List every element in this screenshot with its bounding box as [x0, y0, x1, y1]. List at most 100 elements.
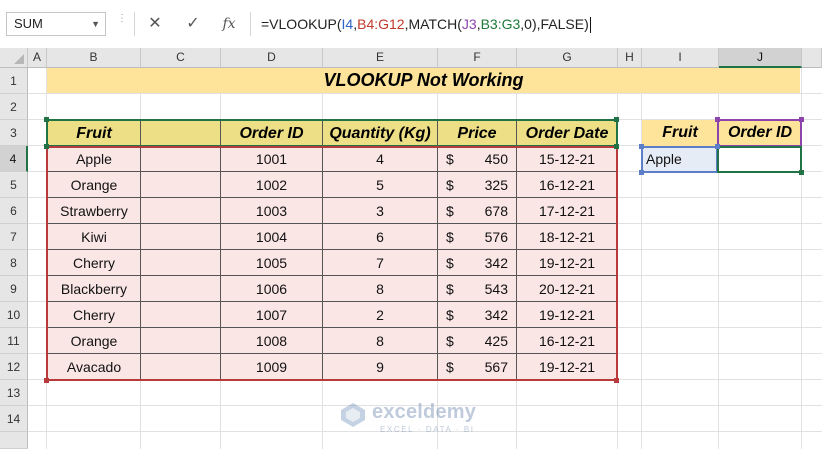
cell-price[interactable]: $325	[438, 172, 517, 198]
cell-price[interactable]: $342	[438, 302, 517, 328]
column-header-b[interactable]: B	[47, 48, 141, 68]
cell-blank[interactable]	[141, 328, 221, 354]
column-header-h[interactable]: H	[618, 48, 642, 68]
cell-blank[interactable]	[141, 224, 221, 250]
row-header-3[interactable]: 3	[0, 120, 28, 146]
cancel-icon[interactable]: ✕	[141, 14, 169, 34]
range-handle[interactable]	[614, 378, 619, 383]
fill-handle[interactable]	[799, 170, 804, 175]
cell-fruit[interactable]: Avacado	[47, 354, 141, 380]
range-handle[interactable]	[44, 117, 49, 122]
column-header-j[interactable]: J	[719, 48, 802, 68]
cell-order-date[interactable]: 15-12-21	[517, 146, 618, 172]
column-header-a[interactable]: A	[28, 48, 47, 68]
cell-quantity[interactable]: 8	[323, 276, 438, 302]
range-handle[interactable]	[44, 144, 49, 149]
drag-handle-icon[interactable]: ⋮	[117, 14, 127, 32]
cell-order-date[interactable]: 19-12-21	[517, 250, 618, 276]
row-header-10[interactable]: 10	[0, 302, 28, 328]
table-header-fruit[interactable]: Fruit	[47, 120, 141, 146]
cell-blank[interactable]	[141, 302, 221, 328]
cell-fruit[interactable]: Cherry	[47, 302, 141, 328]
cell-quantity[interactable]: 2	[323, 302, 438, 328]
range-handle[interactable]	[799, 117, 804, 122]
sheet-title[interactable]: VLOOKUP Not Working	[47, 68, 800, 93]
cell-price[interactable]: $450	[438, 146, 517, 172]
insert-function-icon[interactable]: fx	[215, 14, 243, 34]
range-handle[interactable]	[715, 144, 720, 149]
cell-price[interactable]: $342	[438, 250, 517, 276]
cell-price[interactable]: $567	[438, 354, 517, 380]
range-handle[interactable]	[614, 144, 619, 149]
cell-order-id[interactable]: 1005	[221, 250, 323, 276]
row-header-15[interactable]	[0, 432, 28, 449]
cell-quantity[interactable]: 7	[323, 250, 438, 276]
cell-blank[interactable]	[141, 250, 221, 276]
row-header-7[interactable]: 7	[0, 224, 28, 250]
row-header-13[interactable]: 13	[0, 380, 28, 406]
cell-fruit[interactable]: Apple	[47, 146, 141, 172]
select-all-corner[interactable]	[0, 48, 28, 68]
table-header-order-id[interactable]: Order ID	[221, 120, 323, 146]
row-header-5[interactable]: 5	[0, 172, 28, 198]
cell-fruit[interactable]: Kiwi	[47, 224, 141, 250]
column-header-f[interactable]: F	[438, 48, 517, 68]
cell-order-date[interactable]: 18-12-21	[517, 224, 618, 250]
range-handle[interactable]	[639, 144, 644, 149]
cell-quantity[interactable]: 6	[323, 224, 438, 250]
cell-order-date[interactable]: 16-12-21	[517, 328, 618, 354]
table-header-price[interactable]: Price	[438, 120, 517, 146]
column-header-d[interactable]: D	[221, 48, 323, 68]
cell-quantity[interactable]: 4	[323, 146, 438, 172]
cell-quantity[interactable]: 8	[323, 328, 438, 354]
enter-icon[interactable]: ✓	[179, 14, 207, 34]
cell-order-id[interactable]: 1007	[221, 302, 323, 328]
cell-order-id[interactable]: 1006	[221, 276, 323, 302]
column-header-i[interactable]: I	[642, 48, 719, 68]
cell-order-id[interactable]: 1004	[221, 224, 323, 250]
cell-fruit[interactable]: Orange	[47, 172, 141, 198]
active-cell-j4[interactable]	[717, 146, 802, 173]
cell-quantity[interactable]: 5	[323, 172, 438, 198]
name-box[interactable]: SUM ▼	[6, 12, 106, 36]
lookup-fruit-value[interactable]: Apple	[642, 146, 718, 172]
cell-blank[interactable]	[141, 146, 221, 172]
row-header-9[interactable]: 9	[0, 276, 28, 302]
row-header-11[interactable]: 11	[0, 328, 28, 354]
cell-price[interactable]: $543	[438, 276, 517, 302]
cell-blank[interactable]	[141, 198, 221, 224]
cell-fruit[interactable]: Strawberry	[47, 198, 141, 224]
row-header-4[interactable]: 4	[0, 146, 28, 172]
cell-order-date[interactable]: 19-12-21	[517, 354, 618, 380]
cell-order-date[interactable]: 19-12-21	[517, 302, 618, 328]
table-header-order-date[interactable]: Order Date	[517, 120, 618, 146]
formula-input[interactable]: =VLOOKUP(I4,B4:G12,MATCH(J3,B3:G3,0),FAL…	[250, 12, 822, 36]
cell-blank[interactable]	[141, 276, 221, 302]
cell-quantity[interactable]: 3	[323, 198, 438, 224]
lookup-header-fruit[interactable]: Fruit	[642, 120, 718, 146]
cell-quantity[interactable]: 9	[323, 354, 438, 380]
cell-order-id[interactable]: 1001	[221, 146, 323, 172]
name-box-dropdown-icon[interactable]: ▼	[91, 13, 100, 35]
cell-order-id[interactable]: 1002	[221, 172, 323, 198]
column-header-g[interactable]: G	[517, 48, 618, 68]
cell-price[interactable]: $576	[438, 224, 517, 250]
cell-order-id[interactable]: 1003	[221, 198, 323, 224]
row-header-6[interactable]: 6	[0, 198, 28, 224]
cell-order-id[interactable]: 1008	[221, 328, 323, 354]
row-header-12[interactable]: 12	[0, 354, 28, 380]
row-header-2[interactable]: 2	[0, 94, 28, 120]
cell-fruit[interactable]: Orange	[47, 328, 141, 354]
cell-blank[interactable]	[141, 354, 221, 380]
cell-blank[interactable]	[141, 172, 221, 198]
cell-order-id[interactable]: 1009	[221, 354, 323, 380]
cell-price[interactable]: $425	[438, 328, 517, 354]
row-header-14[interactable]: 14	[0, 406, 28, 432]
cell-order-date[interactable]: 16-12-21	[517, 172, 618, 198]
cell-order-date[interactable]: 17-12-21	[517, 198, 618, 224]
range-handle[interactable]	[715, 117, 720, 122]
column-header-c[interactable]: C	[141, 48, 221, 68]
table-header-blank[interactable]	[141, 120, 221, 146]
column-header-k[interactable]	[802, 48, 822, 68]
cell-fruit[interactable]: Cherry	[47, 250, 141, 276]
